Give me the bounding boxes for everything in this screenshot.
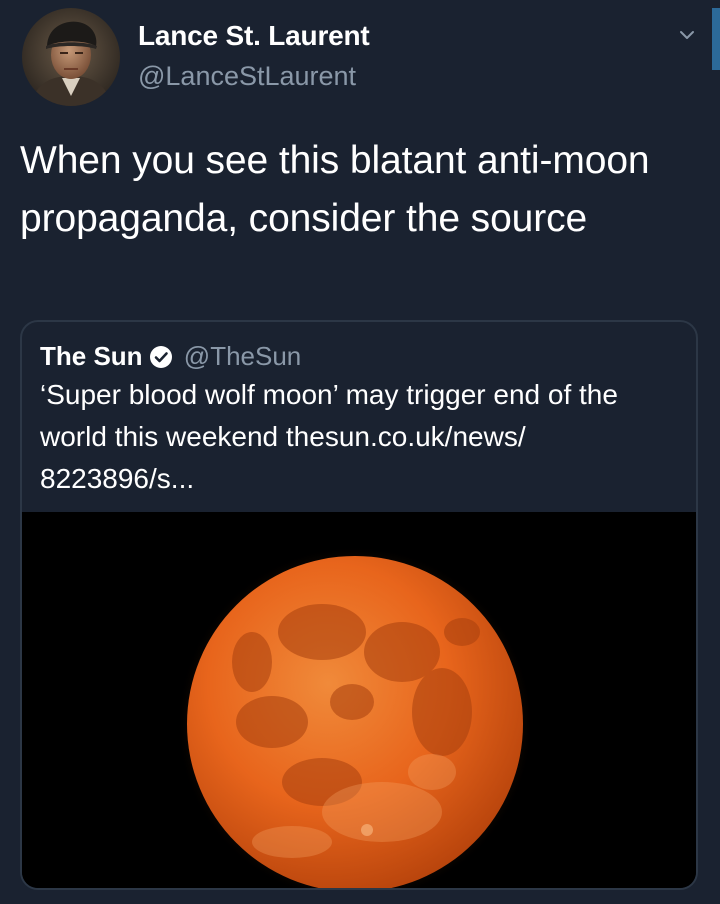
quoted-tweet-text: ‘Super blood wolf moon’ may trigger end … [40, 379, 618, 494]
author-info: Lance St. Laurent @LanceStLaurent [138, 18, 370, 94]
author-avatar[interactable] [22, 8, 120, 106]
quoted-handle[interactable]: @TheSun [184, 341, 301, 371]
author-handle[interactable]: @LanceStLaurent [138, 58, 370, 94]
chevron-down-icon[interactable] [676, 24, 698, 46]
tweet-text: When you see this blatant anti-moon prop… [20, 139, 650, 240]
quoted-tweet-header: The Sun @TheSun [40, 338, 301, 374]
scroll-indicator [712, 8, 720, 70]
moon-image [22, 512, 696, 888]
verified-badge-icon [149, 342, 173, 368]
tweet: Lance St. Laurent @LanceStLaurent When y… [0, 0, 720, 904]
quoted-tweet-media[interactable] [22, 512, 696, 888]
author-display-name[interactable]: Lance St. Laurent [138, 18, 370, 54]
quoted-display-name[interactable]: The Sun [40, 341, 143, 371]
quoted-tweet-card[interactable]: The Sun @TheSun ‘Super blood wolf moon’ … [20, 320, 698, 890]
